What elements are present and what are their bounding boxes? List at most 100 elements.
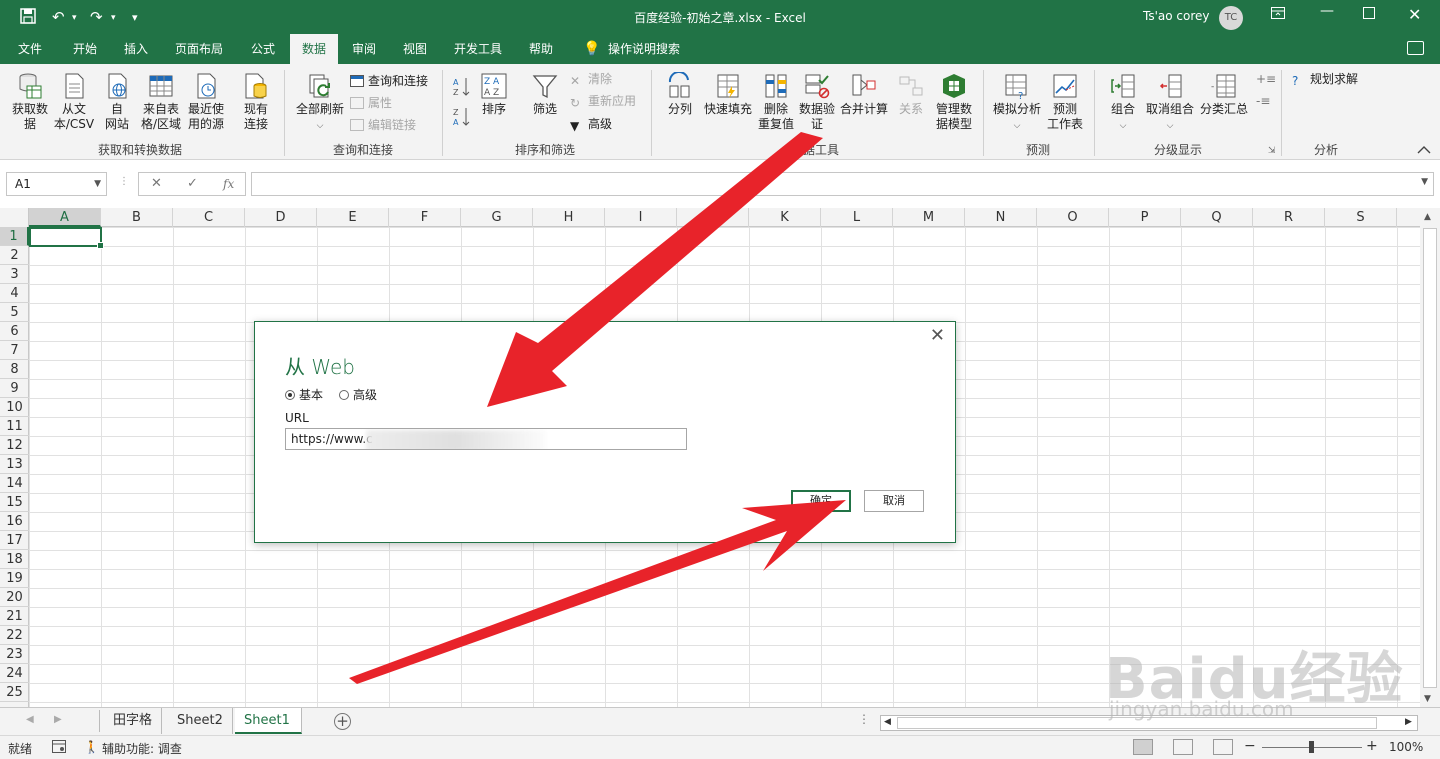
- clear-filter-button[interactable]: ✕ 清除: [570, 70, 612, 88]
- row-header-20[interactable]: 20: [0, 588, 29, 607]
- row-header-10[interactable]: 10: [0, 398, 29, 417]
- row-header-21[interactable]: 21: [0, 607, 29, 626]
- accessibility-status[interactable]: 辅助功能: 调查: [102, 740, 182, 757]
- row-header-13[interactable]: 13: [0, 455, 29, 474]
- vertical-scroll-thumb[interactable]: [1423, 228, 1437, 688]
- close-window-icon[interactable]: ✕: [1408, 5, 1421, 24]
- column-header-e[interactable]: E: [317, 208, 389, 227]
- advanced-filter-button[interactable]: ▼ 高级: [570, 115, 612, 133]
- page-break-view-icon[interactable]: [1213, 739, 1233, 755]
- column-header-q[interactable]: Q: [1181, 208, 1253, 227]
- cancel-entry-icon[interactable]: ✕: [151, 173, 162, 195]
- row-header-12[interactable]: 12: [0, 436, 29, 455]
- next-sheet-icon[interactable]: ▶: [54, 714, 62, 725]
- zoom-in-icon[interactable]: +: [1366, 738, 1378, 754]
- url-input[interactable]: https://www.c: [285, 428, 687, 450]
- column-header-c[interactable]: C: [173, 208, 245, 227]
- row-header-9[interactable]: 9: [0, 379, 29, 398]
- collapse-ribbon-icon[interactable]: [1417, 144, 1431, 157]
- row-header-5[interactable]: 5: [0, 303, 29, 322]
- subtotal-button[interactable]: - 分类汇总: [1198, 72, 1250, 117]
- ok-button[interactable]: 确定: [791, 490, 851, 512]
- prev-sheet-icon[interactable]: ◀: [26, 714, 34, 725]
- sheet-tab-sheet2[interactable]: Sheet2: [168, 708, 233, 734]
- column-header-g[interactable]: G: [461, 208, 533, 227]
- confirm-entry-icon[interactable]: ✓: [187, 173, 198, 195]
- existing-connections-button[interactable]: 现有 连接: [238, 72, 274, 132]
- comments-icon[interactable]: [1407, 41, 1424, 55]
- tab-review[interactable]: 审阅: [352, 34, 376, 64]
- row-header-6[interactable]: 6: [0, 322, 29, 341]
- sheet-tab-tianzige[interactable]: 田字格: [104, 708, 163, 734]
- row-header-11[interactable]: 11: [0, 417, 29, 436]
- row-header-7[interactable]: 7: [0, 341, 29, 360]
- row-header-24[interactable]: 24: [0, 664, 29, 683]
- forecast-sheet-button[interactable]: 预测 工作表: [1044, 72, 1086, 132]
- select-all-corner[interactable]: [0, 208, 29, 227]
- column-header-h[interactable]: H: [533, 208, 605, 227]
- lightbulb-icon[interactable]: 💡: [583, 34, 600, 64]
- recent-sources-button[interactable]: 最近使 用的源: [184, 72, 228, 132]
- user-name[interactable]: Ts'ao corey: [1143, 9, 1210, 23]
- queries-connections-button[interactable]: 查询和连接: [350, 72, 428, 90]
- column-header-s[interactable]: S: [1325, 208, 1397, 227]
- column-header-f[interactable]: F: [389, 208, 461, 227]
- sheet-tab-sheet1[interactable]: Sheet1: [235, 708, 302, 734]
- row-header-18[interactable]: 18: [0, 550, 29, 569]
- hide-detail-button[interactable]: -≡: [1256, 92, 1270, 110]
- edit-links-button[interactable]: 编辑链接: [350, 116, 416, 134]
- vertical-scrollbar[interactable]: ▲ ▼: [1420, 208, 1440, 707]
- scroll-left-icon[interactable]: ◀: [884, 717, 891, 727]
- row-header-16[interactable]: 16: [0, 512, 29, 531]
- row-header-4[interactable]: 4: [0, 284, 29, 303]
- maximize-icon[interactable]: [1363, 7, 1375, 23]
- page-layout-view-icon[interactable]: [1173, 739, 1193, 755]
- formula-input[interactable]: ▼: [251, 172, 1434, 196]
- zoom-level[interactable]: 100%: [1389, 740, 1423, 754]
- from-web-button[interactable]: 自 网站: [100, 72, 134, 132]
- active-cell-a1[interactable]: [29, 227, 104, 249]
- sort-asc-button[interactable]: AZ: [452, 76, 472, 102]
- accessibility-icon[interactable]: 🚶: [84, 740, 99, 754]
- outline-dialog-launcher-icon[interactable]: ⇲: [1268, 146, 1276, 156]
- tab-home[interactable]: 开始: [73, 34, 97, 64]
- column-header-o[interactable]: O: [1037, 208, 1109, 227]
- row-header-22[interactable]: 22: [0, 626, 29, 645]
- close-icon[interactable]: ✕: [930, 325, 945, 346]
- column-header-j[interactable]: J: [677, 208, 749, 227]
- tab-file[interactable]: 文件: [18, 34, 42, 64]
- manage-data-model-button[interactable]: 管理数 据模型: [932, 72, 976, 132]
- properties-button[interactable]: 属性: [350, 94, 392, 112]
- row-header-8[interactable]: 8: [0, 360, 29, 379]
- refresh-all-button[interactable]: 全部刷新 ⌵: [292, 72, 348, 134]
- row-header-2[interactable]: 2: [0, 246, 29, 265]
- tab-data[interactable]: 数据: [290, 34, 339, 64]
- reapply-button[interactable]: ↻ 重新应用: [570, 92, 636, 110]
- scroll-right-icon[interactable]: ▶: [1405, 717, 1412, 727]
- column-header-m[interactable]: M: [893, 208, 965, 227]
- flash-fill-button[interactable]: 快速填充: [702, 72, 754, 117]
- name-box[interactable]: A1 ▼: [6, 172, 107, 196]
- from-text-csv-button[interactable]: 从文 本/CSV: [52, 72, 96, 132]
- get-data-button[interactable]: 获取数 据: [8, 72, 52, 132]
- tab-view[interactable]: 视图: [403, 34, 427, 64]
- column-header-k[interactable]: K: [749, 208, 821, 227]
- row-header-23[interactable]: 23: [0, 645, 29, 664]
- solver-button[interactable]: ? 规划求解: [1292, 70, 1358, 88]
- consolidate-button[interactable]: 合并计算: [838, 72, 890, 117]
- minimize-icon[interactable]: —: [1320, 3, 1334, 19]
- row-header-19[interactable]: 19: [0, 569, 29, 588]
- row-header-3[interactable]: 3: [0, 265, 29, 284]
- show-detail-button[interactable]: +≡: [1256, 70, 1276, 88]
- what-if-analysis-button[interactable]: ? 模拟分析 ⌵: [990, 72, 1044, 134]
- from-table-range-button[interactable]: 来自表 格/区域: [138, 72, 184, 132]
- column-header-d[interactable]: D: [245, 208, 317, 227]
- filter-button[interactable]: 筛选: [528, 72, 562, 117]
- avatar[interactable]: TC: [1219, 6, 1243, 30]
- row-header-25[interactable]: 25: [0, 683, 29, 702]
- ribbon-display-options-icon[interactable]: [1271, 7, 1285, 23]
- normal-view-icon[interactable]: [1133, 739, 1153, 755]
- sort-desc-button[interactable]: ZA: [452, 106, 472, 132]
- radio-advanced[interactable]: 高级: [339, 386, 377, 403]
- tab-insert[interactable]: 插入: [124, 34, 148, 64]
